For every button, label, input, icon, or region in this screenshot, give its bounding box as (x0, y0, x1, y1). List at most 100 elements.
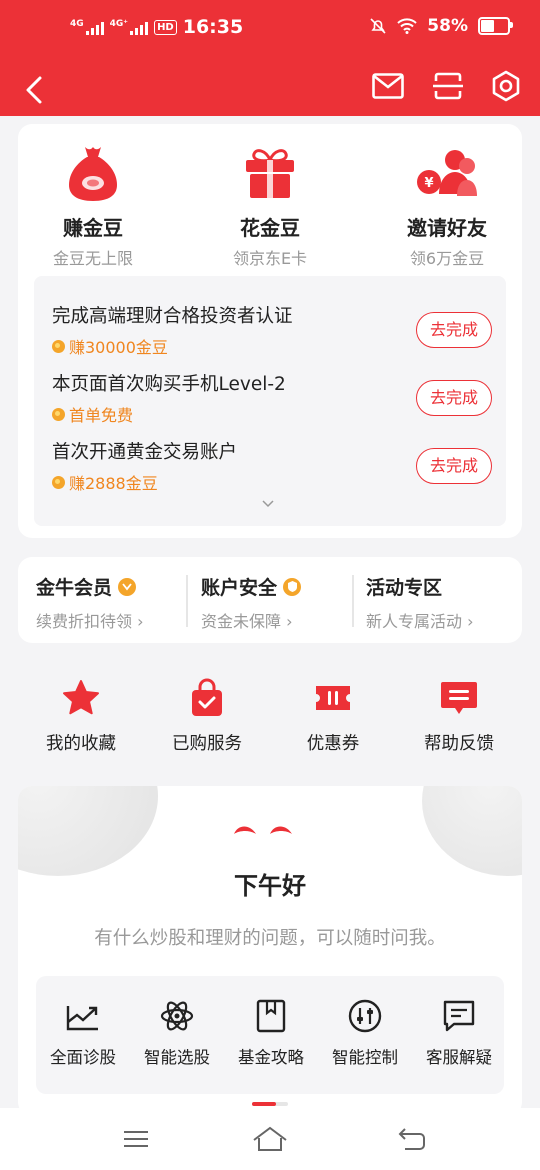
status-left: 4G 4G⁺ HD 16:35 (70, 16, 243, 38)
battery-fill (481, 20, 494, 32)
bookmark-book-icon (256, 999, 286, 1033)
decorative-bubble (18, 786, 158, 876)
signal-1: 4G (70, 18, 104, 35)
quick-action-coupons[interactable]: 优惠券 (268, 676, 398, 755)
membership-title: 活动专区 (366, 577, 443, 599)
membership-subtitle: 续费折扣待领 › (36, 612, 144, 631)
tool-label: 客服解疑 (426, 1048, 492, 1067)
signal-2: 4G⁺ (109, 18, 149, 35)
quick-action-favorites[interactable]: 我的收藏 (16, 676, 146, 755)
hd-voice-badge: HD (154, 19, 177, 35)
shopping-bag-icon (192, 678, 222, 716)
divider (186, 575, 188, 627)
tool-label: 智能控制 (332, 1048, 398, 1067)
gold-bean-icon (52, 475, 65, 489)
complete-task-button[interactable]: 去完成 (416, 448, 492, 484)
back-button[interactable] (20, 68, 50, 108)
star-icon (63, 680, 99, 715)
tool-label: 基金攻略 (238, 1048, 304, 1067)
tool-smart-stock-picker[interactable]: 智能选股 (130, 996, 224, 1068)
nav-bar (0, 58, 540, 116)
back-arrow-icon (398, 1128, 425, 1150)
mail-icon (372, 73, 404, 99)
gold-bean-icon (52, 339, 65, 353)
wifi-icon (397, 18, 417, 34)
message-button[interactable] (368, 66, 408, 106)
feature-subtitle: 领6万金豆 (409, 249, 485, 268)
feature-subtitle: 领京东E卡 (232, 249, 308, 268)
invite-friends-icon: ¥ (417, 150, 477, 196)
greeting-subtitle: 有什么炒股和理财的问题，可以随时问我。 (94, 928, 446, 949)
quick-action-purchased[interactable]: 已购服务 (142, 676, 272, 755)
decorative-bubble (422, 786, 522, 876)
top-bar: 4G 4G⁺ HD 16:35 58% (0, 0, 540, 116)
task-item: 本页面首次购买手机Level-2 首单免费 去完成 (52, 370, 492, 430)
vip-badge-icon (118, 577, 137, 596)
tool-fund-guide[interactable]: 基金攻略 (224, 996, 318, 1068)
scan-button[interactable] (428, 66, 468, 106)
task-reward-text: 赚30000金豆 (69, 338, 168, 357)
settings-button[interactable] (486, 66, 526, 106)
tool-label: 智能选股 (144, 1048, 210, 1067)
scan-icon (433, 72, 463, 100)
shield-icon (283, 577, 302, 596)
home-icon (253, 1126, 287, 1151)
feature-earn-beans[interactable]: 赚金豆 金豆无上限 (18, 142, 168, 269)
assistant-card: 下午好 有什么炒股和理财的问题，可以随时问我。 全面诊股 智能选股 基金攻略 智… (18, 786, 522, 1116)
home-button[interactable] (250, 1122, 290, 1156)
divider (352, 575, 354, 627)
svg-text:¥: ¥ (424, 176, 433, 191)
back-nav-button[interactable] (392, 1122, 432, 1156)
battery-icon (478, 17, 513, 35)
signal-bars-icon (85, 21, 104, 35)
chart-trend-icon (66, 1006, 98, 1031)
tool-smart-control[interactable]: 智能控制 (318, 996, 412, 1068)
task-item: 首次开通黄金交易账户 赚2888金豆 去完成 (52, 438, 492, 498)
quick-action-label: 已购服务 (172, 734, 242, 754)
quick-action-label: 优惠券 (306, 734, 360, 754)
greeting-title: 下午好 (234, 872, 306, 900)
battery-percent: 58% (427, 16, 468, 36)
network-type-1: 4G (70, 18, 84, 29)
task-list: 完成高端理财合格投资者认证 赚30000金豆 去完成 本页面首次购买手机Leve… (34, 276, 506, 526)
membership-account-security[interactable]: 账户安全 资金未保障 › (201, 573, 361, 632)
feature-invite-friends[interactable]: ¥ 邀请好友 领6万金豆 (372, 142, 522, 269)
quick-action-label: 帮助反馈 (424, 734, 494, 754)
feature-subtitle: 金豆无上限 (52, 249, 133, 268)
system-nav-bar (0, 1108, 540, 1170)
membership-activity-zone[interactable]: 活动专区 新人专属活动 › (366, 573, 526, 632)
menu-button[interactable] (116, 1122, 156, 1156)
rewards-card: 赚金豆 金豆无上限 花金豆 领京东E卡 ¥ 邀请好友 领6万金豆 完成高端理财合… (18, 124, 522, 538)
network-type-2: 4G⁺ (109, 18, 129, 29)
feature-title: 赚金豆 (63, 216, 123, 240)
signal-bars-icon (130, 21, 149, 35)
sliders-icon (348, 999, 382, 1033)
feedback-icon (441, 682, 477, 714)
tool-stock-diagnosis[interactable]: 全面诊股 (36, 996, 130, 1068)
mute-bell-icon (370, 18, 386, 34)
quick-action-feedback[interactable]: 帮助反馈 (394, 676, 524, 755)
atom-icon (160, 1001, 194, 1031)
status-bar: 4G 4G⁺ HD 16:35 58% (0, 0, 540, 58)
membership-gold-bull[interactable]: 金牛会员 续费折扣待领 › (36, 573, 196, 632)
complete-task-button[interactable]: 去完成 (416, 312, 492, 348)
chevron-down-icon[interactable] (262, 498, 274, 510)
money-bag-icon (69, 147, 117, 201)
feature-spend-beans[interactable]: 花金豆 领京东E卡 (195, 142, 345, 269)
coupon-icon (316, 686, 350, 710)
chat-icon (443, 1000, 475, 1032)
quick-action-label: 我的收藏 (46, 734, 116, 754)
page-indicator (252, 1102, 288, 1106)
gift-box-icon (246, 149, 294, 198)
gold-bean-icon (52, 407, 65, 421)
membership-card: 金牛会员 续费折扣待领 › 账户安全 资金未保障 › 活动专区 新人专属活动 › (18, 557, 522, 643)
assistant-tools: 全面诊股 智能选股 基金攻略 智能控制 客服解疑 (36, 976, 504, 1094)
complete-task-button[interactable]: 去完成 (416, 380, 492, 416)
page-indicator-active (252, 1102, 276, 1106)
membership-subtitle: 新人专属活动 › (366, 612, 474, 631)
gear-icon (492, 70, 520, 102)
membership-subtitle: 资金未保障 › (201, 612, 293, 631)
tool-customer-service[interactable]: 客服解疑 (412, 996, 506, 1068)
task-reward-text: 首单免费 (69, 406, 134, 425)
task-reward-text: 赚2888金豆 (69, 474, 158, 493)
